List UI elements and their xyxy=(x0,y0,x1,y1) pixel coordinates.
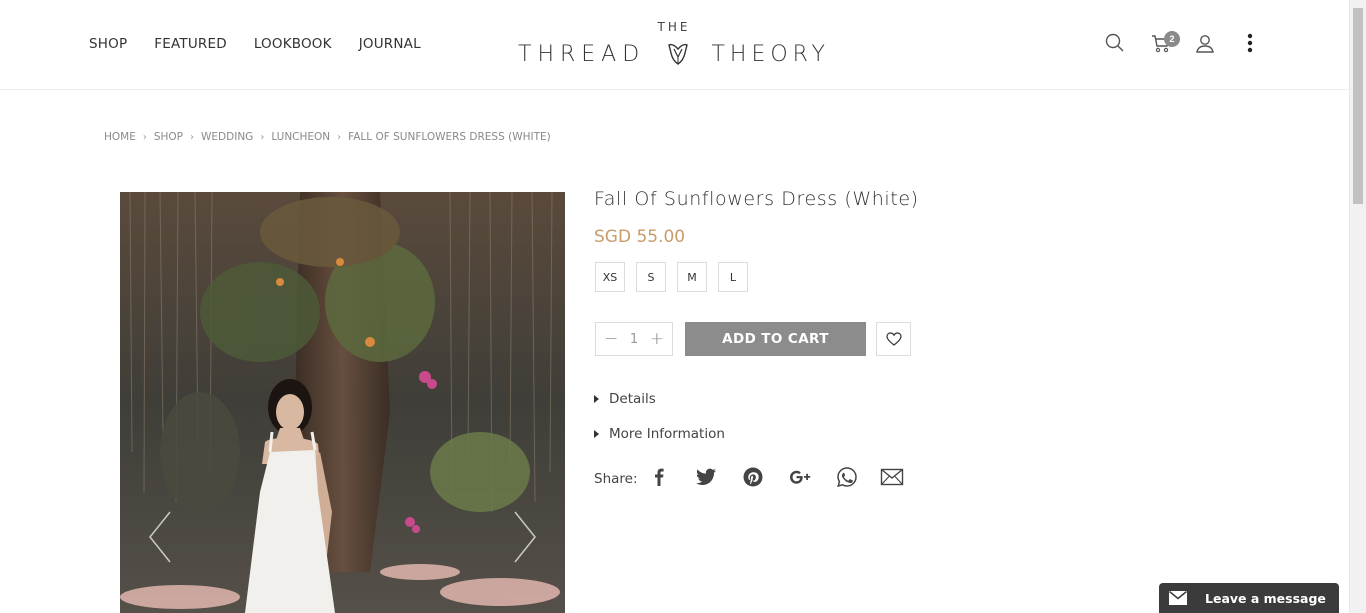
user-icon[interactable] xyxy=(1194,32,1216,54)
twitter-icon[interactable] xyxy=(694,465,718,489)
chevron-right-icon: › xyxy=(190,131,195,143)
accordion-more-information-label: More Information xyxy=(609,426,725,442)
logo-emblem-icon xyxy=(668,43,689,65)
breadcrumb-home[interactable]: HOME xyxy=(104,131,136,143)
breadcrumb-current: FALL OF SUNFLOWERS DRESS (WHITE) xyxy=(348,131,551,143)
size-option-m[interactable]: M xyxy=(677,262,707,292)
whatsapp-icon[interactable] xyxy=(835,465,859,489)
accordion-details[interactable]: Details xyxy=(594,391,656,407)
scrollbar-thumb[interactable] xyxy=(1353,8,1363,204)
nav-featured[interactable]: FEATURED xyxy=(154,36,227,52)
product-title: Fall Of Sunflowers Dress (White) xyxy=(594,188,919,210)
breadcrumb-shop[interactable]: SHOP xyxy=(154,131,183,143)
size-options: XS S M L xyxy=(595,262,748,292)
quantity-stepper: − 1 + xyxy=(595,322,673,356)
add-to-cart-button[interactable]: ADD TO CART xyxy=(685,322,866,356)
breadcrumb: HOME › SHOP › WEDDING › LUNCHEON › FALL … xyxy=(104,131,551,143)
nav-lookbook[interactable]: LOOKBOOK xyxy=(254,36,332,52)
caret-right-icon xyxy=(594,395,599,403)
size-option-s[interactable]: S xyxy=(636,262,666,292)
accordion-more-information[interactable]: More Information xyxy=(594,426,725,442)
size-option-xs[interactable]: XS xyxy=(595,262,625,292)
envelope-icon xyxy=(1169,591,1187,605)
heart-icon xyxy=(885,332,902,346)
caret-right-icon xyxy=(594,430,599,438)
email-icon[interactable] xyxy=(880,465,904,489)
breadcrumb-wedding[interactable]: WEDDING xyxy=(201,131,253,143)
logo-the: THE xyxy=(657,20,691,34)
wishlist-button[interactable] xyxy=(876,322,911,356)
site-header: SHOP FEATURED LOOKBOOK JOURNAL THE THREA… xyxy=(0,0,1349,90)
nav-journal[interactable]: JOURNAL xyxy=(359,36,421,52)
logo-word-theory: THEORY xyxy=(711,41,830,67)
pinterest-icon[interactable] xyxy=(741,465,765,489)
accordion-details-label: Details xyxy=(609,391,656,407)
main-nav: SHOP FEATURED LOOKBOOK JOURNAL xyxy=(89,36,421,52)
product-image[interactable] xyxy=(120,192,565,613)
more-vertical-icon[interactable] xyxy=(1239,32,1261,54)
header-icons xyxy=(1104,32,1264,56)
facebook-icon[interactable] xyxy=(647,465,671,489)
chevron-right-icon: › xyxy=(260,131,265,143)
chevron-right-icon: › xyxy=(337,131,342,143)
chevron-right-icon: › xyxy=(142,131,147,143)
google-plus-icon[interactable] xyxy=(788,465,812,489)
product-photo xyxy=(120,192,565,613)
quantity-input[interactable]: 1 xyxy=(624,332,644,347)
cart-count-badge: 2 xyxy=(1164,31,1180,47)
leave-message-widget[interactable]: Leave a message xyxy=(1159,583,1339,613)
quantity-increase-button[interactable]: + xyxy=(650,329,664,349)
share-bar: Share: xyxy=(594,463,914,493)
site-logo[interactable]: THE THREAD THEORY xyxy=(518,20,830,70)
leave-message-label: Leave a message xyxy=(1205,590,1326,606)
logo-word-thread: THREAD xyxy=(518,41,646,67)
breadcrumb-luncheon[interactable]: LUNCHEON xyxy=(271,131,330,143)
size-option-l[interactable]: L xyxy=(718,262,748,292)
share-label: Share: xyxy=(594,471,638,487)
search-icon[interactable] xyxy=(1104,32,1126,54)
nav-shop[interactable]: SHOP xyxy=(89,36,127,52)
page-scrollbar[interactable] xyxy=(1349,0,1366,613)
product-price: SGD 55.00 xyxy=(594,227,686,247)
quantity-decrease-button[interactable]: − xyxy=(604,329,618,349)
